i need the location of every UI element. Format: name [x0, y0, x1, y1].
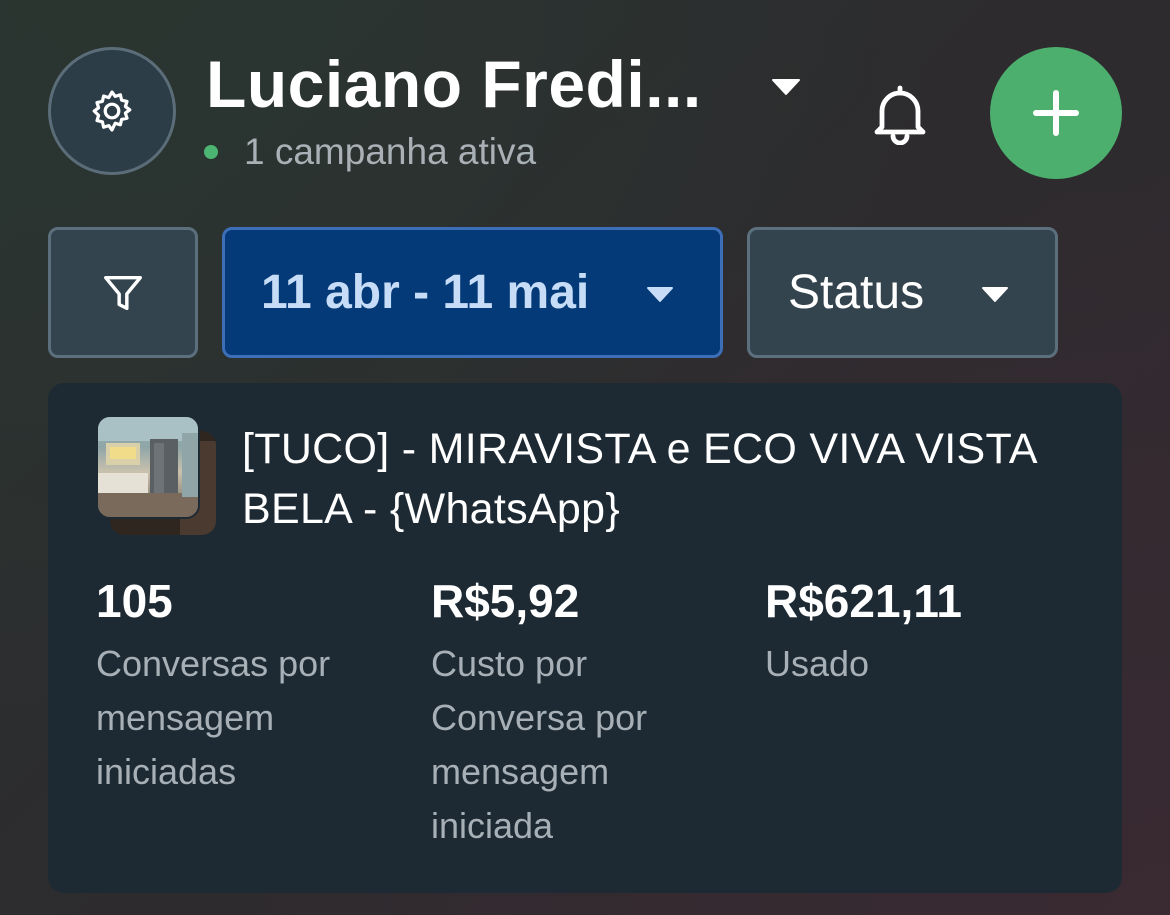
caret-down-icon: [772, 79, 800, 95]
metric-cost-per-conversation: R$5,92 Custo por Conversa por mensagem i…: [431, 571, 731, 853]
metric-amount-spent: R$621,11 Usado: [765, 571, 1065, 691]
status-filter-label: Status: [788, 266, 925, 319]
campaign-status-row: 1 campanha ativa: [204, 130, 536, 174]
caret-down-icon: [647, 287, 673, 302]
metric-label: Usado: [765, 643, 870, 684]
filter-button[interactable]: [48, 227, 198, 358]
bell-icon: [874, 85, 926, 145]
metric-value: 105: [96, 575, 173, 627]
active-status-dot: [204, 145, 218, 159]
settings-button[interactable]: [48, 47, 176, 175]
notifications-button[interactable]: [868, 80, 932, 148]
campaign-thumbnail: [96, 415, 200, 519]
account-name[interactable]: Luciano Fredi...: [206, 46, 702, 122]
account-dropdown-button[interactable]: [764, 70, 808, 104]
metric-value: R$5,92: [431, 575, 580, 627]
metric-label: Custo por Conversa por mensagem iniciada: [431, 643, 648, 846]
date-range-label: 11 abr - 11 mai: [261, 266, 590, 319]
add-campaign-button[interactable]: [990, 47, 1122, 179]
caret-down-icon: [982, 287, 1008, 302]
metric-conversations: 105 Conversas por mensagem iniciadas: [96, 571, 396, 799]
active-campaigns-text: 1 campanha ativa: [244, 131, 537, 172]
gear-icon: [92, 90, 132, 132]
metric-value: R$621,11: [765, 575, 962, 627]
date-range-selector[interactable]: 11 abr - 11 mai: [222, 227, 723, 358]
campaign-card[interactable]: [TUCO] - MIRAVISTA e ECO VIVA VISTA BELA…: [48, 383, 1122, 893]
metric-label: Conversas por mensagem iniciadas: [96, 643, 331, 792]
funnel-icon: [104, 275, 142, 310]
plus-icon: [1033, 90, 1079, 136]
status-filter-dropdown[interactable]: Status: [747, 227, 1058, 358]
campaign-title[interactable]: [TUCO] - MIRAVISTA e ECO VIVA VISTA BELA…: [242, 419, 1042, 539]
